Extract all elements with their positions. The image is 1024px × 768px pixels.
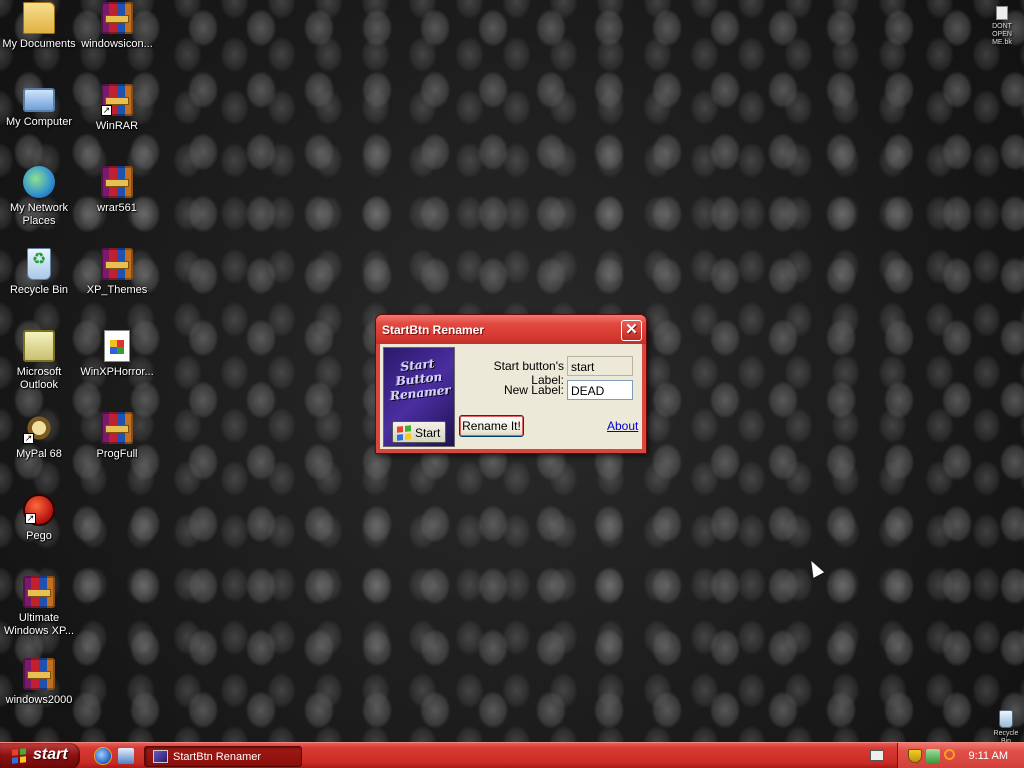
desktop-icon-label: My Documents — [2, 38, 76, 50]
desktop-icon-label: Pego — [26, 530, 52, 542]
banner-start-button-preview: Start — [392, 421, 446, 443]
banner-title: Start Button Renamer — [389, 356, 452, 404]
new-label-caption: New Label: — [503, 383, 564, 397]
window-title: StartBtn Renamer — [382, 323, 485, 337]
desktop-icon-label: wrar561 — [97, 202, 137, 214]
outlook-icon — [23, 330, 55, 362]
taskbar-item-label: StartBtn Renamer — [173, 751, 262, 763]
banner-start-label: Start — [415, 426, 441, 440]
desktop-icon-wrar561[interactable]: wrar561 — [78, 166, 156, 215]
shortcut-arrow-icon: ↗ — [25, 513, 36, 524]
desktop-icon-microsoft-outlook[interactable]: Microsoft Outlook — [0, 330, 78, 392]
desktop-icon-label: ProgFull — [96, 448, 138, 460]
desktop-icon-windows2000[interactable]: windows2000 — [0, 658, 78, 707]
winrar-icon — [101, 412, 133, 444]
start-button-label: start — [33, 746, 68, 763]
desktop-icon-my-documents[interactable]: My Documents — [0, 2, 78, 51]
desktop-icon-label: My Computer — [5, 116, 73, 128]
winrar-icon — [101, 2, 133, 34]
desktop-icon-mypal[interactable]: ↗ MyPal 68 — [0, 412, 78, 461]
start-label-field: start — [567, 356, 633, 376]
desktop-icon-my-network-places[interactable]: My Network Places — [0, 166, 78, 228]
document-icon — [104, 330, 130, 362]
desktop-icon-label: DONT OPEN ME.bk — [992, 23, 1012, 46]
rename-button[interactable]: Rename It! — [459, 415, 524, 437]
file-icon — [996, 6, 1008, 20]
desktop-icon-pego[interactable]: ↗ Pego — [0, 494, 78, 543]
desktop-icon-recycle-bin[interactable]: Recycle Bin — [0, 248, 78, 297]
keyboard-icon[interactable] — [870, 750, 884, 761]
desktop-icon-label: My Network Places — [9, 202, 69, 227]
network-icon — [23, 166, 55, 198]
desktop-icon-xp-themes[interactable]: XP_Themes — [78, 248, 156, 297]
winrar-icon — [23, 576, 55, 608]
app-icon — [153, 750, 168, 763]
show-desktop-icon[interactable] — [118, 748, 134, 764]
desktop-icon-label: WinRAR — [95, 120, 139, 132]
desktop-icon-windowsicon[interactable]: windowsicon... — [78, 2, 156, 51]
clock[interactable]: 9:11 AM — [968, 750, 1008, 762]
winrar-icon — [101, 166, 133, 198]
internet-explorer-icon[interactable] — [95, 748, 111, 764]
taskbar: start StartBtn Renamer 9:11 AM — [0, 742, 1024, 768]
close-button[interactable]: ✕ — [621, 320, 642, 341]
pego-icon: ↗ — [23, 494, 55, 526]
windows-flag-icon — [397, 425, 411, 441]
windows-flag-icon — [12, 748, 26, 764]
desktop-icon-label: windowsicon... — [81, 38, 153, 50]
desktop-icon-progfull[interactable]: ProgFull — [78, 412, 156, 461]
desktop-icon-ultimate-windows-xp[interactable]: Ultimate Windows XP... — [0, 576, 78, 638]
shortcut-arrow-icon: ↗ — [101, 105, 112, 116]
recycle-bin-icon — [27, 248, 51, 280]
close-icon: ✕ — [625, 321, 638, 338]
desktop-icon-label: Microsoft Outlook — [16, 366, 62, 391]
computer-icon — [23, 88, 55, 112]
recycle-bin-icon — [999, 710, 1013, 728]
winrar-icon: ↗ — [101, 84, 133, 116]
about-link[interactable]: About — [607, 419, 638, 433]
winrar-icon — [101, 248, 133, 280]
desktop-icon-label: XP_Themes — [86, 284, 148, 296]
startbtn-renamer-window: StartBtn Renamer ✕ Start Button Renamer … — [375, 314, 647, 454]
security-shield-icon[interactable] — [908, 749, 922, 763]
winrar-icon — [23, 658, 55, 690]
desktop-icon-winrar[interactable]: ↗ WinRAR — [78, 84, 156, 133]
desktop-icon-label: windows2000 — [5, 694, 73, 706]
network-tray-icon[interactable] — [926, 749, 940, 763]
mypal-icon: ↗ — [23, 412, 55, 444]
window-titlebar[interactable]: StartBtn Renamer ✕ — [376, 315, 646, 344]
app-banner-logo: Start Button Renamer Start — [383, 347, 455, 447]
desktop-icon-recycle-bin-small[interactable]: Recycle Bin — [988, 710, 1024, 746]
system-tray: 9:11 AM — [897, 743, 1024, 768]
desktop-icon-label: Recycle Bin — [9, 284, 69, 296]
taskbar-item-startbtn-renamer[interactable]: StartBtn Renamer — [144, 746, 302, 767]
search-tray-icon[interactable] — [944, 749, 955, 760]
desktop-icon-label: Ultimate Windows XP... — [3, 612, 75, 637]
desktop-icon-winxphorror[interactable]: WinXPHorror... — [78, 330, 156, 379]
shortcut-arrow-icon: ↗ — [23, 433, 34, 444]
desktop-icon-dont-open-me[interactable]: DONT OPEN ME.bk — [982, 6, 1022, 47]
new-label-input[interactable]: DEAD — [567, 380, 633, 400]
mouse-cursor — [805, 558, 825, 578]
desktop-icon-my-computer[interactable]: My Computer — [0, 84, 78, 129]
desktop-icon-label: MyPal 68 — [16, 448, 62, 460]
folder-icon — [23, 2, 55, 34]
window-client-area: Start Button Renamer Start Start button'… — [380, 344, 642, 449]
desktop-icon-label: WinXPHorror... — [80, 366, 154, 378]
start-button[interactable]: start — [0, 743, 80, 768]
